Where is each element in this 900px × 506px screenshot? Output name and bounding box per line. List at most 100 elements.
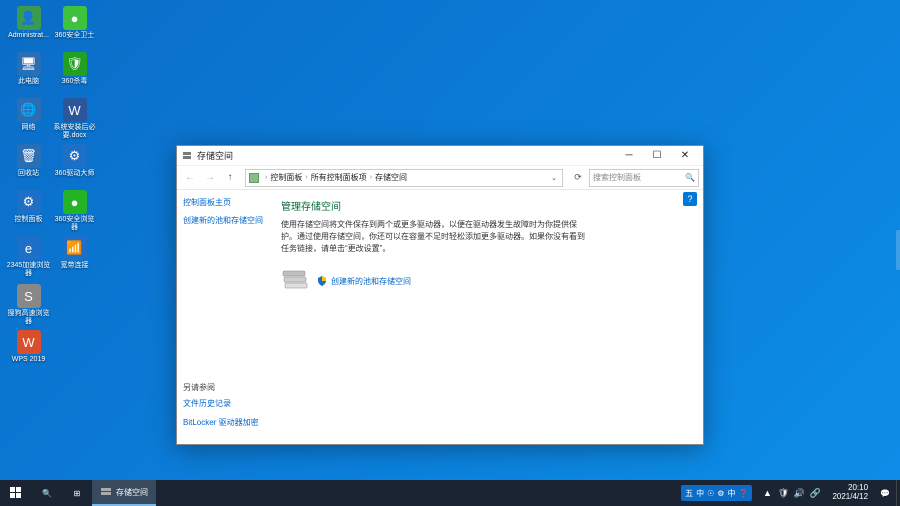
breadcrumb[interactable]: › 控制面板 › 所有控制面板项 › 存储空间 ⌄ [245,169,563,187]
search-icon: 🔍 [685,173,695,182]
right-edge-tab[interactable] [896,230,900,270]
control-panel-home-link[interactable]: 控制面板主页 [183,198,263,208]
tray-icon[interactable]: 🛡 [776,486,790,500]
desktop-icon[interactable]: 👤 Administrat... [6,6,51,48]
page-heading: 管理存储空间 [281,198,691,213]
icon-label: 360安全卫士 [55,32,95,40]
task-label: 存储空间 [116,487,148,498]
app-icon: ● [63,190,87,214]
icon-label: 控制面板 [15,216,43,224]
taskbar-app-storage-spaces[interactable]: 存储空间 [92,480,156,506]
window-body: 控制面板主页 创建新的池和存储空间 另请参阅 文件历史记录 BitLocker … [177,190,703,444]
app-icon: 🌐 [17,98,41,122]
app-icon: ● [63,6,87,30]
ime-toolbar[interactable]: 五中☉⚙中❓ [681,485,752,501]
maximize-button[interactable]: ☐ [643,147,671,165]
forward-button[interactable]: → [201,169,219,187]
breadcrumb-item[interactable]: 控制面板 [270,172,302,183]
search-placeholder: 搜索控制面板 [593,172,641,183]
desktop-icon[interactable]: 📶 宽带连接 [52,236,97,278]
icon-label: 360驱动大师 [55,170,95,178]
app-icon: 🖥 [17,52,41,76]
window-title: 存储空间 [197,149,233,162]
breadcrumb-item[interactable]: 存储空间 [375,172,407,183]
icon-label: 系统安装后必要.docx [53,124,97,139]
ime-item[interactable]: ⚙ [716,489,725,498]
app-icon: 🛡 [63,52,87,76]
show-desktop-button[interactable] [896,480,900,506]
help-button[interactable]: ? [683,192,697,206]
clock[interactable]: 20:10 2021/4/12 [826,484,874,502]
icon-label: 回收站 [18,170,39,178]
icon-label: WPS 2019 [12,356,45,364]
refresh-button[interactable]: ⟳ [569,169,587,187]
task-view-button[interactable]: ⊞ [62,480,92,506]
uac-shield-icon [317,276,327,286]
storage-spaces-icon [181,150,193,162]
ime-item[interactable]: 中 [695,488,705,499]
start-button[interactable] [0,480,32,506]
ime-item[interactable]: 五 [684,488,694,499]
ime-item[interactable]: 中 [726,488,736,499]
taskbar: 🔍 ⊞ 存储空间 五中☉⚙中❓ ▲🛡🔊🔗 20:10 2021/4/12 💬 [0,480,900,506]
navigation-bar: ← → ↑ › 控制面板 › 所有控制面板项 › 存储空间 ⌄ ⟳ 搜索控制面板… [177,166,703,190]
main-content: 管理存储空间 使用存储空间将文件保存到两个或更多驱动器，以便在驱动器发生故障时为… [269,190,703,444]
desktop-icon[interactable]: 🗑 回收站 [6,144,51,186]
app-icon: ⚙ [17,190,41,214]
app-icon: ⚙ [63,144,87,168]
create-pool-link[interactable]: 创建新的池和存储空间 [183,216,263,226]
system-tray: ▲🛡🔊🔗 [756,486,826,500]
desktop-icon[interactable]: W WPS 2019 [6,330,51,372]
minimize-button[interactable]: ─ [615,147,643,165]
control-panel-window: 存储空间 ─ ☐ ✕ ← → ↑ › 控制面板 › 所有控制面板项 › 存储空间… [176,145,704,445]
tray-icon[interactable]: ▲ [760,486,774,500]
search-input[interactable]: 搜索控制面板 🔍 [589,169,699,187]
date-text: 2021/4/12 [832,493,868,502]
icon-label: Administrat... [8,32,49,40]
desktop-icon[interactable]: ⚙ 360驱动大师 [52,144,97,186]
desktop-icon[interactable]: W 系统安装后必要.docx [52,98,97,140]
tray-icon[interactable]: 🔗 [808,486,822,500]
titlebar: 存储空间 ─ ☐ ✕ [177,146,703,166]
app-icon: W [17,330,41,354]
desktop-icon[interactable]: ● 360安全卫士 [52,6,97,48]
app-icon: 👤 [17,6,41,30]
icon-label: 2345加速浏览器 [7,262,51,277]
back-button[interactable]: ← [181,169,199,187]
desktop-icon[interactable]: e 2345加速浏览器 [6,236,51,278]
up-button[interactable]: ↑ [221,169,239,187]
bitlocker-link[interactable]: BitLocker 驱动器加密 [183,418,263,428]
file-history-link[interactable]: 文件历史记录 [183,399,263,409]
see-also-heading: 另请参阅 [183,382,263,393]
icon-label: 网络 [22,124,36,132]
sidebar: 控制面板主页 创建新的池和存储空间 另请参阅 文件历史记录 BitLocker … [177,190,269,444]
breadcrumb-dropdown[interactable]: ⌄ [548,174,560,182]
action-label: 创建新的池和存储空间 [331,276,411,287]
desktop-icon[interactable]: ⚙ 控制面板 [6,190,51,232]
search-button[interactable]: 🔍 [32,480,62,506]
app-icon: 📶 [63,236,87,260]
control-panel-icon [248,172,260,184]
close-button[interactable]: ✕ [671,147,699,165]
drives-stack-icon [281,269,309,293]
create-new-pool-action[interactable]: 创建新的池和存储空间 [317,276,411,287]
icon-label: 360安全浏览器 [53,216,97,231]
desktop-icon[interactable]: 🛡360杀毒 [52,52,97,94]
breadcrumb-item[interactable]: 所有控制面板项 [311,172,367,183]
notifications-button[interactable]: 💬 [874,480,896,506]
desktop-icon[interactable]: 🖥 此电脑 [6,52,51,94]
desktop-icon[interactable]: S搜狗高速浏览器 [6,284,51,326]
icon-label: 此电脑 [18,78,39,86]
app-icon: S [17,284,41,308]
desktop-icon[interactable]: ● 360安全浏览器 [52,190,97,232]
app-icon: e [17,236,41,260]
app-icon: W [63,98,87,122]
action-row: 创建新的池和存储空间 [281,269,691,293]
tray-icon[interactable]: 🔊 [792,486,806,500]
ime-item[interactable]: ☉ [706,489,715,498]
app-icon: 🗑 [17,144,41,168]
ime-item[interactable]: ❓ [737,489,749,498]
desktop-icon[interactable]: 🌐 网络 [6,98,51,140]
icon-label: 宽带连接 [61,262,89,270]
description-text: 使用存储空间将文件保存到两个或更多驱动器，以便在驱动器发生故障时为你提供保护。通… [281,219,591,255]
